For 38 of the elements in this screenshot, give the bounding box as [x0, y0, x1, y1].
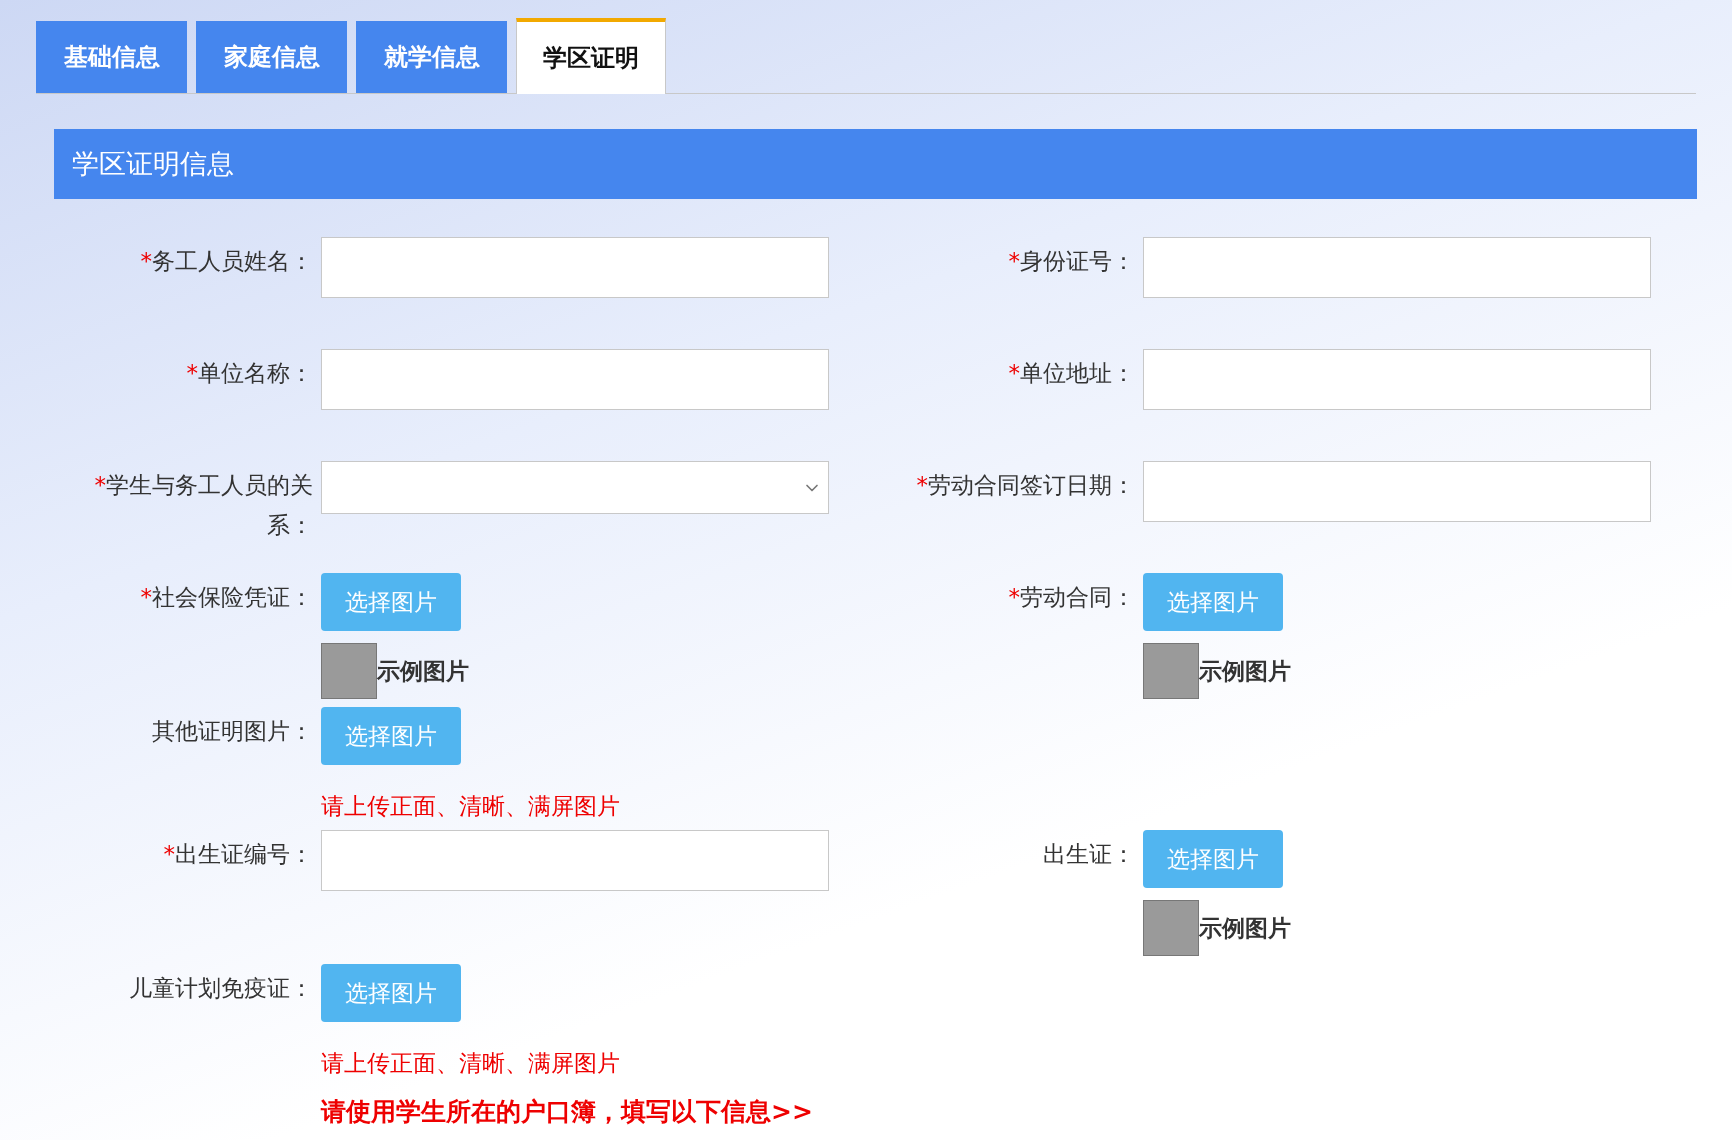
field-label: *单位地址：: [1007, 359, 1136, 388]
field-label: *务工人员姓名：: [139, 247, 314, 276]
field-label: 出生证：: [1042, 840, 1136, 869]
sample-image-label: 示例图片: [1199, 656, 1291, 686]
sample-image-label: 示例图片: [377, 656, 469, 686]
field-label: *学生与务工人员的关系：: [93, 471, 314, 540]
field-label: *劳动合同签订日期：: [915, 471, 1136, 500]
upload-hint: 请上传正面、清晰、满屏图片: [321, 792, 620, 821]
text-input-field[interactable]: [321, 830, 829, 891]
choose-image-button[interactable]: 选择图片: [1143, 573, 1283, 631]
field-label: 儿童计划免疫证：: [128, 974, 314, 1003]
text-input-field[interactable]: [321, 349, 829, 410]
choose-image-button[interactable]: 选择图片: [321, 707, 461, 765]
tab[interactable]: 基础信息: [36, 21, 187, 93]
sample-image-label: 示例图片: [1199, 913, 1291, 943]
photo-placeholder: [1143, 643, 1199, 699]
tab[interactable]: 学区证明: [516, 18, 666, 94]
tab[interactable]: 就学信息: [356, 21, 507, 93]
photo-placeholder: [321, 643, 377, 699]
field-label: *出生证编号：: [162, 840, 314, 869]
notice-text: 请使用学生所在的户口簿，填写以下信息>>: [321, 1096, 814, 1128]
field-label: *劳动合同：: [1007, 583, 1136, 612]
select-field[interactable]: [321, 461, 829, 514]
text-input-field[interactable]: [1143, 461, 1651, 522]
field-label: *单位名称：: [185, 359, 314, 388]
field-label: 其他证明图片：: [151, 717, 314, 746]
choose-image-button[interactable]: 选择图片: [1143, 830, 1283, 888]
field-label: *社会保险凭证：: [139, 583, 314, 612]
choose-image-button[interactable]: 选择图片: [321, 573, 461, 631]
text-input-field[interactable]: [1143, 349, 1651, 410]
text-input-field[interactable]: [1143, 237, 1651, 298]
choose-image-button[interactable]: 选择图片: [321, 964, 461, 1022]
field-label: *身份证号：: [1007, 247, 1136, 276]
photo-placeholder: [1143, 900, 1199, 956]
upload-hint: 请上传正面、清晰、满屏图片: [321, 1049, 620, 1078]
tab[interactable]: 家庭信息: [196, 21, 347, 93]
section-header: 学区证明信息: [54, 129, 1697, 199]
text-input-field[interactable]: [321, 237, 829, 298]
